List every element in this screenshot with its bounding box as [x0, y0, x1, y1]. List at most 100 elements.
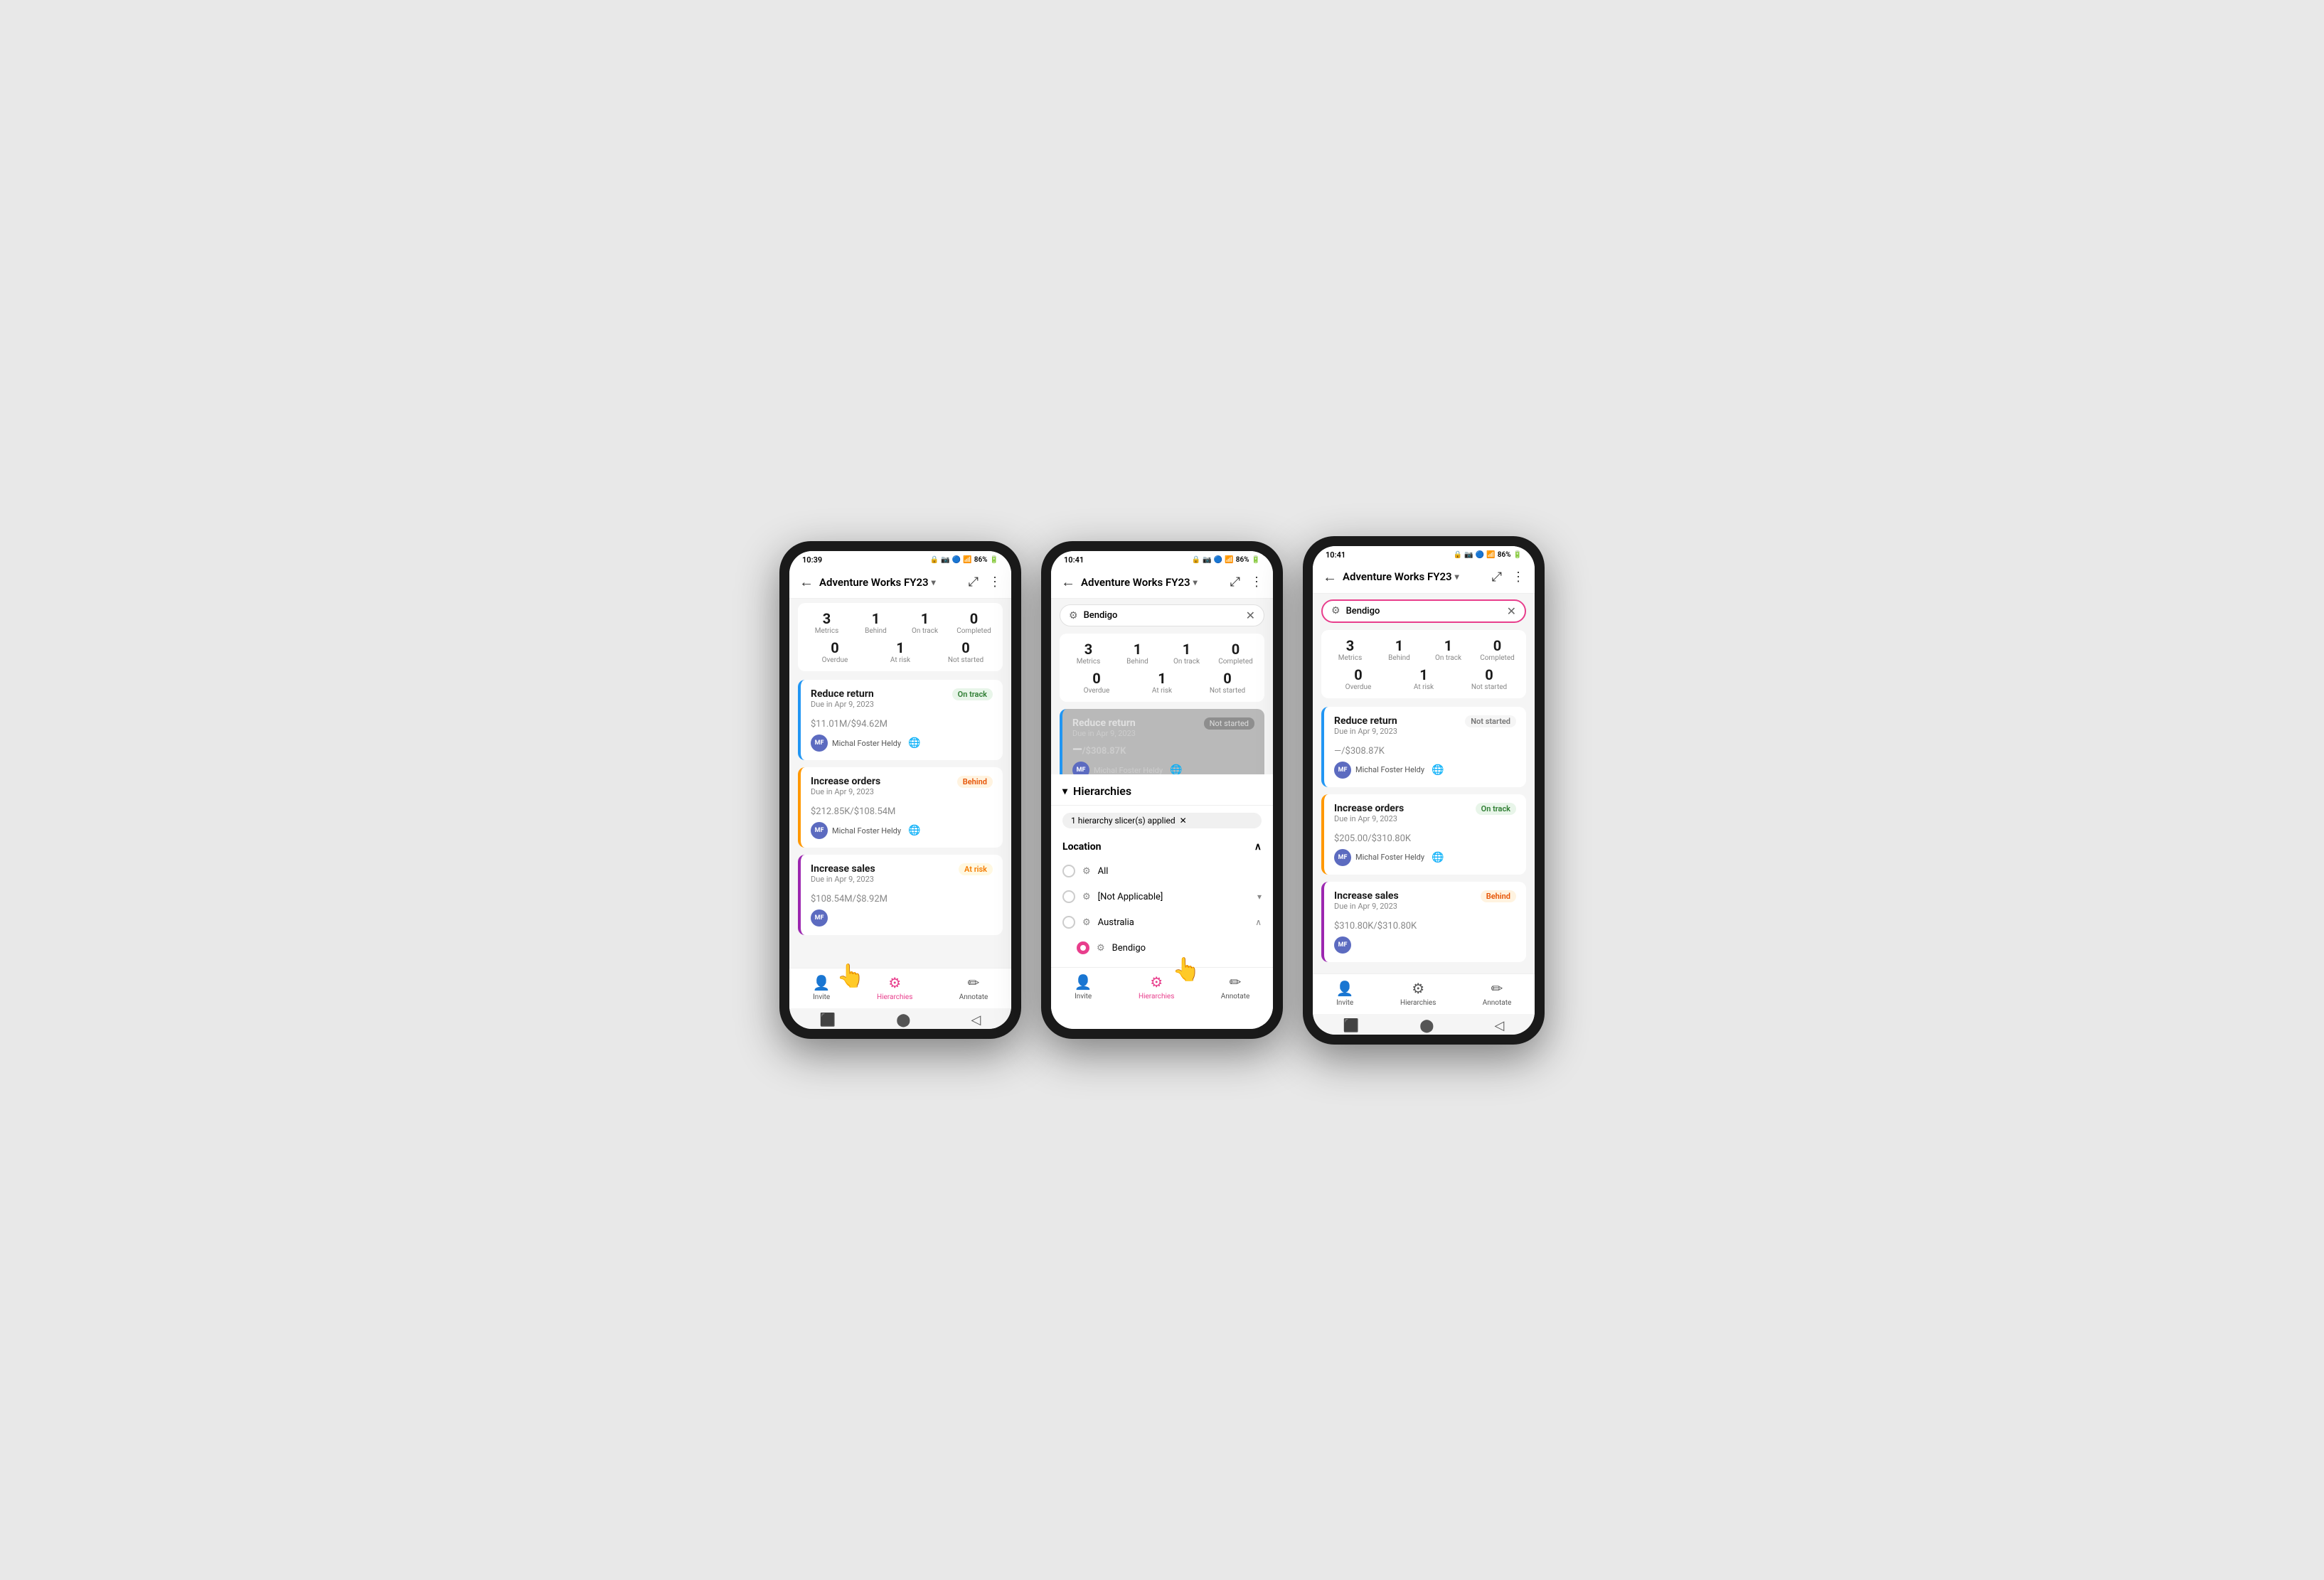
- nav-hierarchies-1[interactable]: ⚙ Hierarchies: [877, 974, 912, 1001]
- metric-completed-3[interactable]: 0 Completed: [1476, 637, 1519, 662]
- back-hard-1[interactable]: ◁: [971, 1013, 981, 1027]
- back-button-2[interactable]: ←: [1061, 573, 1075, 591]
- metric-metrics-1[interactable]: 3 Metrics: [806, 610, 848, 635]
- phone-3: 10:41 🔒📷🔵📶86%🔋 ← Adventure Works FY23 ▾ …: [1303, 536, 1545, 1045]
- slicer-badge-close-2[interactable]: ✕: [1180, 816, 1187, 826]
- more-icon-1[interactable]: ⋮: [988, 575, 1001, 589]
- card-increase-orders-1[interactable]: Increase orders Due in Apr 9, 2023 Behin…: [798, 767, 1003, 848]
- location-collapse-2[interactable]: ∧: [1254, 841, 1262, 853]
- header-icons-2: ⤢ ⋮: [1230, 575, 1263, 589]
- card-increase-orders-3[interactable]: Increase orders Due in Apr 9, 2023 On tr…: [1321, 794, 1526, 875]
- radio-bendigo-2[interactable]: [1077, 941, 1089, 954]
- app-title-3: Adventure Works FY23 ▾: [1343, 570, 1486, 583]
- avatar-3-2: MF: [1334, 936, 1351, 954]
- metric-ontrack-3[interactable]: 1 On track: [1427, 637, 1470, 662]
- metric-overdue-3[interactable]: 0 Overdue: [1337, 666, 1380, 691]
- modal-chevron-2[interactable]: ▾: [1062, 786, 1067, 797]
- radio-all-2[interactable]: [1062, 865, 1075, 877]
- nav-invite-3[interactable]: 👤 Invite: [1336, 980, 1354, 1007]
- app-header-1: ← Adventure Works FY23 ▾ ⤢ ⋮: [789, 567, 1011, 599]
- metric-atrisk-1[interactable]: 1 At risk: [879, 639, 922, 664]
- hier-australia-2[interactable]: ⚙ Australia ∧: [1051, 909, 1273, 935]
- home-btn-1[interactable]: ⬤: [896, 1013, 910, 1027]
- home-btn-3[interactable]: ⬤: [1419, 1018, 1434, 1033]
- card-amount-3-2: $310.80K/$310.80K: [1334, 915, 1516, 932]
- nav-hierarchies-2[interactable]: ⚙ Hierarchies: [1139, 973, 1174, 1000]
- phone-1: 10:39 🔒📷🔵📶86%🔋 ← Adventure Works FY23 ▾ …: [779, 541, 1021, 1039]
- bottom-nav-1: 👤 Invite ⚙ Hierarchies ✏ Annotate: [789, 968, 1011, 1008]
- nav-invite-1[interactable]: 👤 Invite: [813, 974, 831, 1001]
- metric-overdue-2[interactable]: 0 Overdue: [1075, 670, 1118, 695]
- metric-behind-2[interactable]: 1 Behind: [1116, 641, 1159, 666]
- nav-annotate-3[interactable]: ✏ Annotate: [1483, 980, 1512, 1007]
- filter-close-3[interactable]: ✕: [1507, 604, 1516, 618]
- metric-metrics-3[interactable]: 3 Metrics: [1329, 637, 1372, 662]
- metrics-grid-3: 3 Metrics 1 Behind 1 On track 0 Complete…: [1321, 630, 1526, 698]
- expand-icon-2[interactable]: ⤢: [1230, 575, 1240, 589]
- metric-behind-3[interactable]: 1 Behind: [1378, 637, 1421, 662]
- back-button-1[interactable]: ←: [799, 573, 814, 591]
- hier-icon-bendigo-2: ⚙: [1097, 943, 1105, 954]
- metric-ontrack-2[interactable]: 1 On track: [1166, 641, 1208, 666]
- metric-completed-2[interactable]: 0 Completed: [1215, 641, 1257, 666]
- filter-close-2[interactable]: ✕: [1246, 609, 1255, 622]
- hier-chevron-aus-2[interactable]: ∧: [1255, 917, 1262, 927]
- metric-atrisk-3[interactable]: 1 At risk: [1402, 666, 1445, 691]
- metric-completed-1[interactable]: 0 Completed: [953, 610, 996, 635]
- metric-notstarted-1[interactable]: 0 Not started: [944, 639, 987, 664]
- metric-notstarted-3[interactable]: 0 Not started: [1468, 666, 1510, 691]
- card-increase-sales-3[interactable]: Increase sales Due in Apr 9, 2023 Behind…: [1321, 882, 1526, 962]
- expand-icon-1[interactable]: ⤢: [969, 575, 979, 589]
- filter-badge-2[interactable]: ⚙ Bendigo ✕: [1060, 604, 1264, 626]
- location-header-2: Location ∧: [1051, 836, 1273, 858]
- radio-australia-2[interactable]: [1062, 916, 1075, 929]
- bottom-nav-2: 👤 Invite ⚙ Hierarchies ✏ Annotate: [1051, 967, 1273, 1008]
- metric-atrisk-2[interactable]: 1 At risk: [1141, 670, 1183, 695]
- status-icons-3: 🔒📷🔵📶86%🔋: [1454, 551, 1522, 559]
- more-icon-3[interactable]: ⋮: [1512, 570, 1525, 585]
- bottom-nav-3: 👤 Invite ⚙ Hierarchies ✏ Annotate: [1313, 973, 1535, 1014]
- metric-overdue-1[interactable]: 0 Overdue: [814, 639, 856, 664]
- recent-btn-1[interactable]: ⬛: [820, 1013, 836, 1027]
- world-icon-3-0: 🌐: [1432, 764, 1444, 776]
- card-reduce-return-1[interactable]: Reduce return Due in Apr 9, 2023 On trac…: [798, 680, 1003, 760]
- metric-ontrack-1[interactable]: 1 On track: [904, 610, 947, 635]
- status-tag-3-2: Behind: [1481, 890, 1516, 902]
- card-increase-sales-1[interactable]: Increase sales Due in Apr 9, 2023 At ris…: [798, 855, 1003, 935]
- radio-notapplicable-2[interactable]: [1062, 890, 1075, 903]
- metrics-grid-1: 3 Metrics 1 Behind 1 On track 0 Complete…: [798, 603, 1003, 671]
- nav-hierarchies-3[interactable]: ⚙ Hierarchies: [1400, 980, 1436, 1007]
- avatar-3-1: MF: [1334, 849, 1351, 866]
- title-chevron-3[interactable]: ▾: [1455, 572, 1459, 582]
- hier-bendigo-2[interactable]: ⚙ Bendigo: [1051, 935, 1273, 961]
- more-icon-2[interactable]: ⋮: [1250, 575, 1263, 589]
- back-hard-3[interactable]: ◁: [1495, 1018, 1505, 1033]
- greyed-due-2: Due in Apr 9, 2023: [1072, 729, 1136, 738]
- metric-behind-1[interactable]: 1 Behind: [855, 610, 897, 635]
- metric-metrics-2[interactable]: 3 Metrics: [1067, 641, 1110, 666]
- hier-icon-na-2: ⚙: [1082, 892, 1091, 902]
- avatar-1-1: MF: [811, 822, 828, 839]
- card-reduce-return-3[interactable]: Reduce return Due in Apr 9, 2023 Not sta…: [1321, 707, 1526, 787]
- expand-icon-3[interactable]: ⤢: [1492, 570, 1502, 585]
- time-1: 10:39: [802, 555, 822, 565]
- recent-btn-3[interactable]: ⬛: [1343, 1018, 1359, 1033]
- metrics-grid-2: 3 Metrics 1 Behind 1 On track 0 Complete…: [1060, 634, 1264, 702]
- greyed-title-2: Reduce return: [1072, 717, 1136, 729]
- hier-notapplicable-2[interactable]: ⚙ [Not Applicable] ▾: [1051, 884, 1273, 909]
- cursor-1: 👆: [836, 962, 865, 989]
- title-chevron-1[interactable]: ▾: [932, 577, 936, 587]
- card-amount-3-1: $205.00/$310.80K: [1334, 828, 1516, 845]
- greyed-amount-2: —/$308.87K: [1072, 742, 1254, 757]
- metric-notstarted-2[interactable]: 0 Not started: [1206, 670, 1249, 695]
- hier-all-2[interactable]: ⚙ All: [1051, 858, 1273, 884]
- title-chevron-2[interactable]: ▾: [1193, 577, 1198, 587]
- back-button-3[interactable]: ←: [1323, 568, 1337, 586]
- nav-annotate-1[interactable]: ✏ Annotate: [959, 974, 988, 1001]
- nav-invite-2[interactable]: 👤 Invite: [1075, 973, 1092, 1000]
- hier-chevron-na-2[interactable]: ▾: [1257, 892, 1262, 902]
- app-title-2: Adventure Works FY23 ▾: [1081, 576, 1225, 589]
- filter-badge-3[interactable]: ⚙ Bendigo ✕: [1321, 599, 1526, 623]
- time-2: 10:41: [1064, 555, 1084, 565]
- nav-annotate-2[interactable]: ✏ Annotate: [1221, 973, 1250, 1000]
